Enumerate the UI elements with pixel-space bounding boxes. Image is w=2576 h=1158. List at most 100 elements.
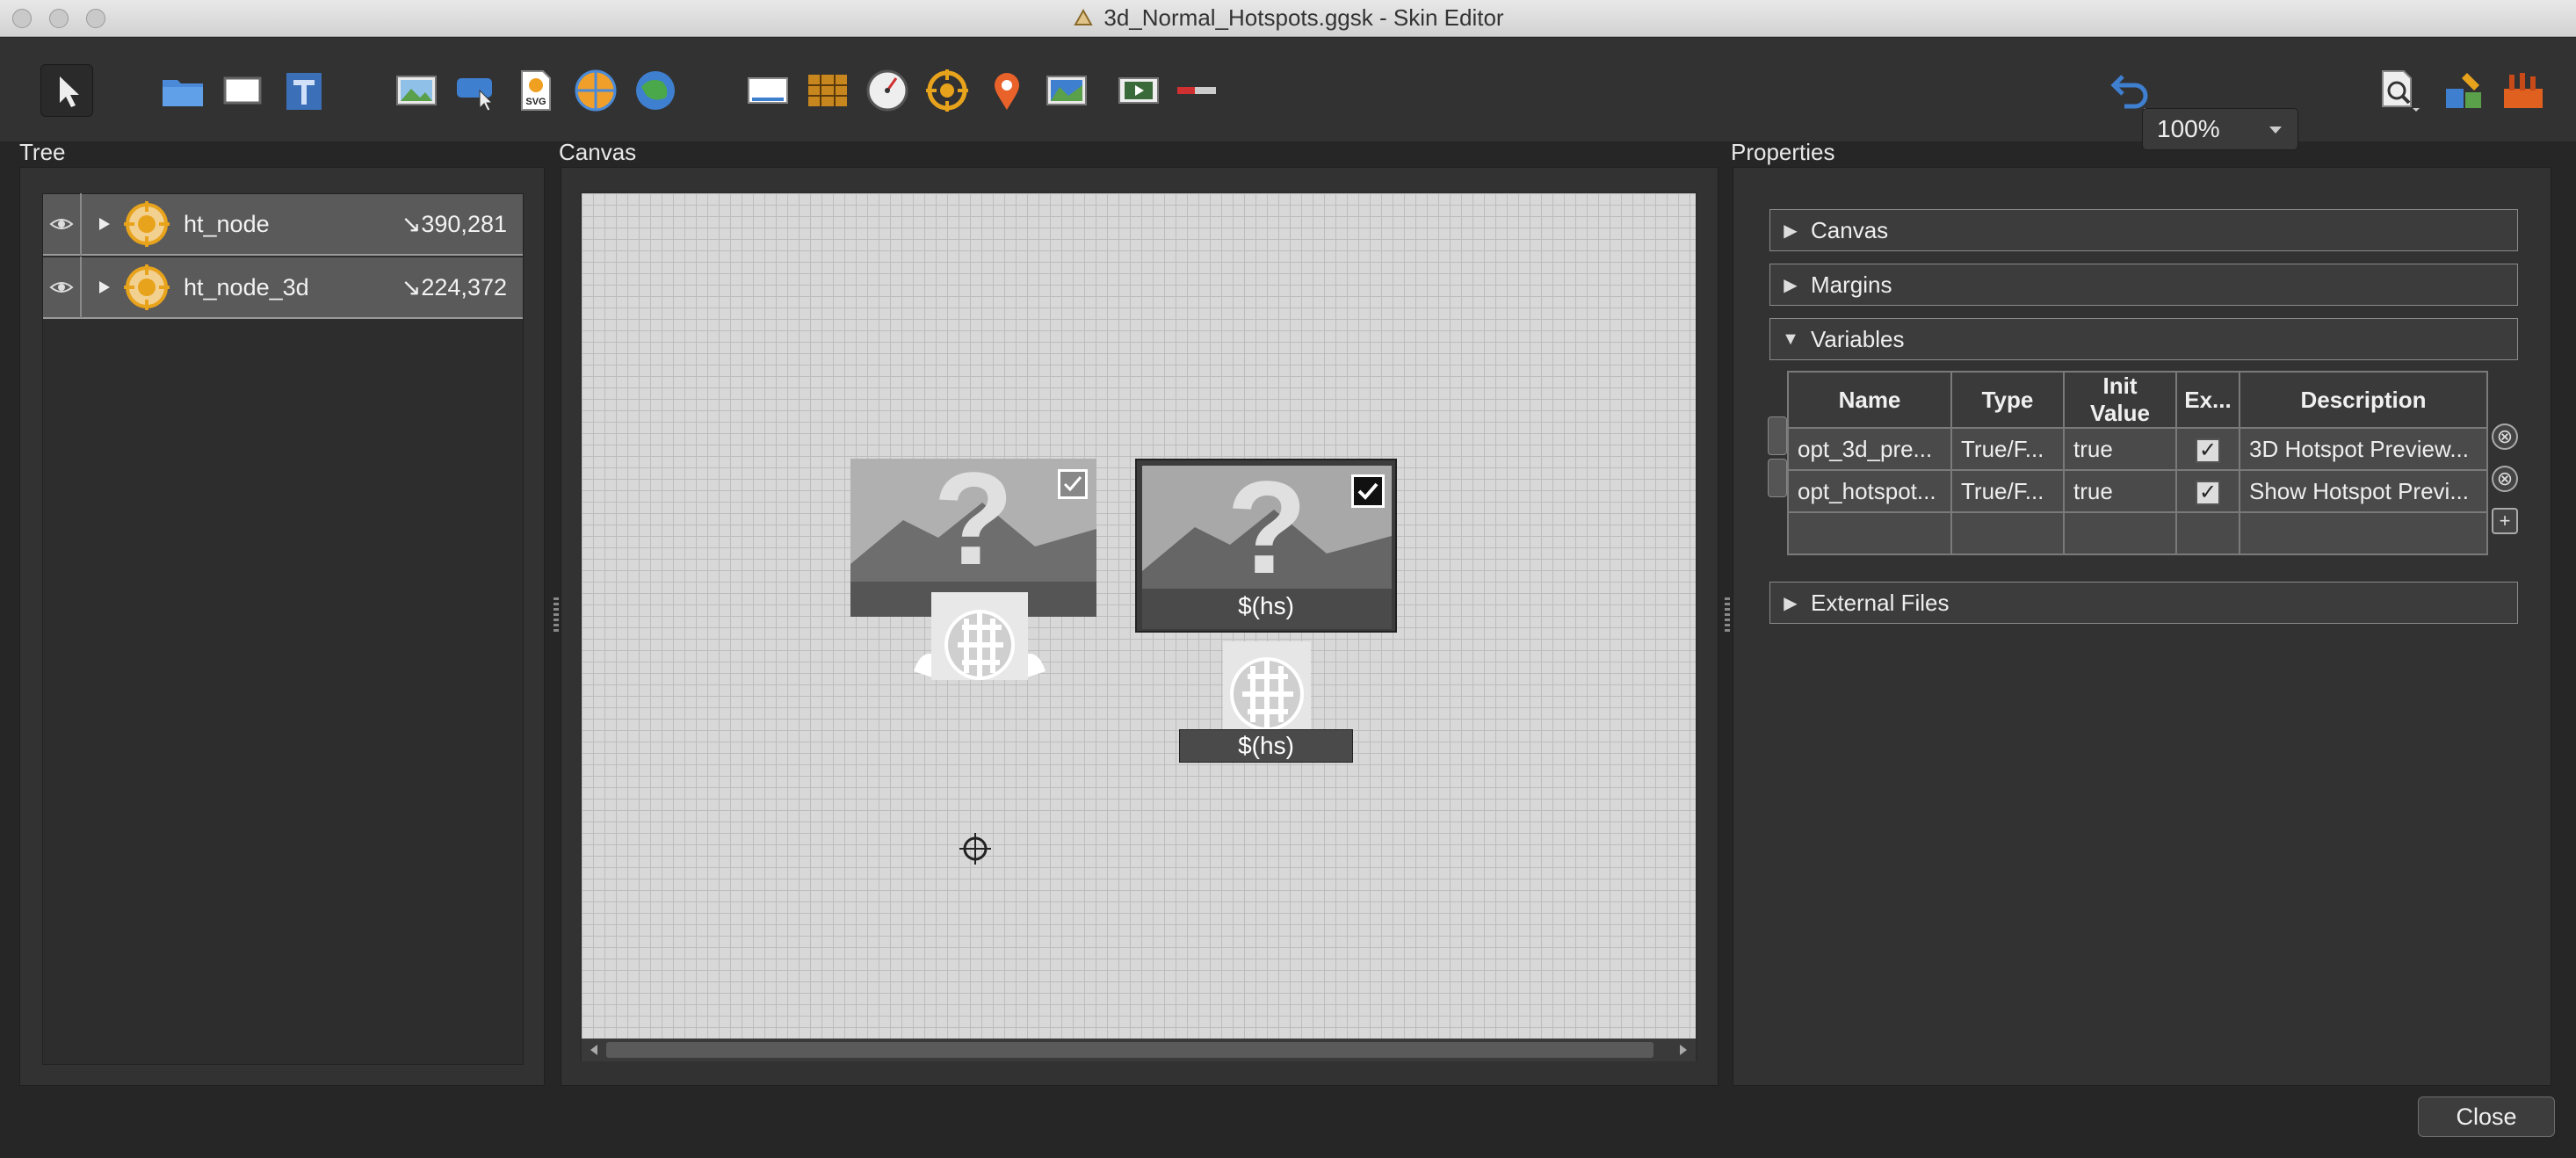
- screen-tool-button[interactable]: [742, 64, 794, 117]
- visibility-toggle[interactable]: [43, 257, 82, 318]
- pointer-icon: [60, 76, 79, 107]
- variables-table: Name Type Init Value Ex... Description o…: [1787, 371, 2488, 555]
- cell-type[interactable]: True/F...: [1950, 427, 2065, 471]
- pin-icon: [995, 73, 1019, 110]
- exported-checkbox[interactable]: ✓: [2196, 480, 2220, 505]
- zoom-value: 100%: [2157, 115, 2220, 142]
- column-header-name[interactable]: Name: [1787, 371, 1952, 429]
- hotspot-node-icon: [124, 201, 170, 247]
- svg-icon: SVG: [521, 70, 551, 111]
- checkbox-icon[interactable]: [1058, 469, 1088, 499]
- grid-icon: [808, 75, 847, 106]
- inspect-button[interactable]: [2372, 64, 2425, 117]
- scrollbar-thumb[interactable]: [606, 1042, 1653, 1058]
- crosshair-icon[interactable]: [958, 831, 993, 866]
- button-icon: [457, 78, 494, 112]
- cell-exported[interactable]: ✓: [2175, 427, 2240, 471]
- expand-arrow-icon[interactable]: [94, 215, 117, 233]
- svg-tool-button[interactable]: SVG: [510, 64, 562, 117]
- paint-tools-button[interactable]: [2437, 64, 2490, 117]
- eye-icon: [49, 219, 74, 229]
- pointer-tool-button[interactable]: [40, 64, 93, 117]
- progress-tool-button[interactable]: [1170, 64, 1223, 117]
- table-row[interactable]: opt_hotspot... True/F... true ✓ Show Hot…: [1787, 469, 2488, 513]
- compass-tool-button[interactable]: [861, 64, 914, 117]
- remove-row-icon[interactable]: ⊗: [2492, 466, 2518, 492]
- grid-tool-button[interactable]: [801, 64, 854, 117]
- cell-empty[interactable]: [1787, 511, 1952, 555]
- cell-description[interactable]: Show Hotspot Previ...: [2239, 469, 2488, 513]
- section-margins[interactable]: ▶ Margins: [1769, 264, 2518, 306]
- table-row-empty[interactable]: [1787, 511, 2488, 555]
- close-button[interactable]: Close: [2418, 1096, 2555, 1137]
- image-tool-button[interactable]: [390, 64, 443, 117]
- expand-arrow-icon[interactable]: [94, 279, 117, 296]
- cell-name[interactable]: opt_hotspot...: [1787, 469, 1952, 513]
- map-icon: [1046, 76, 1087, 105]
- chevron-down-icon: [2269, 127, 2282, 134]
- column-header-type[interactable]: Type: [1950, 371, 2065, 429]
- video-tool-button[interactable]: [1112, 64, 1165, 117]
- scroll-left-icon[interactable]: [585, 1039, 603, 1061]
- table-row[interactable]: opt_3d_pre... True/F... true ✓ 3D Hotspo…: [1787, 427, 2488, 471]
- tree-node-row[interactable]: ht_node ↘390,281: [43, 193, 523, 256]
- section-canvas[interactable]: ▶ Canvas: [1769, 209, 2518, 251]
- column-header-description[interactable]: Description: [2239, 371, 2488, 429]
- exported-checkbox[interactable]: ✓: [2196, 438, 2220, 463]
- row-drag-handle[interactable]: [1768, 416, 1787, 455]
- section-margins-label: Margins: [1811, 271, 1892, 298]
- expand-arrow-icon: ▶: [1784, 593, 1798, 613]
- sphere-tool-button[interactable]: [629, 64, 682, 117]
- hotspot-preview-selected[interactable]: ? $(hs): [1135, 459, 1397, 633]
- map-globe-tool-button[interactable]: [569, 64, 622, 117]
- rectangle-tool-button[interactable]: [216, 64, 269, 117]
- cell-init-value[interactable]: true: [2063, 427, 2177, 471]
- column-header-exported[interactable]: Ex...: [2175, 371, 2240, 429]
- cell-init-value[interactable]: true: [2063, 469, 2177, 513]
- undo-icon: [2110, 75, 2151, 112]
- folder-tool-button[interactable]: [156, 64, 209, 117]
- text-icon: [286, 73, 322, 110]
- video-icon: [1118, 77, 1159, 104]
- hotspot-tool-button[interactable]: [921, 64, 973, 117]
- compass-icon: [866, 69, 908, 112]
- hotspot-3d-label-bar[interactable]: $(hs): [1179, 729, 1353, 763]
- add-row-icon[interactable]: +: [2492, 508, 2518, 534]
- cell-description[interactable]: 3D Hotspot Preview...: [2239, 427, 2488, 471]
- checkbox-checked-icon[interactable]: [1351, 474, 1385, 508]
- zoom-window-button[interactable]: [86, 9, 105, 28]
- app-icon: [1074, 8, 1094, 25]
- cell-empty[interactable]: [2063, 511, 2177, 555]
- close-window-button[interactable]: [12, 9, 32, 28]
- expand-arrow-icon: ▶: [1784, 275, 1798, 295]
- svg-text:SVG: SVG: [525, 97, 546, 107]
- splitter-handle-right[interactable]: [1725, 597, 1730, 633]
- tree-node-count: ↘390,281: [401, 210, 507, 237]
- tree-panel-title: Tree: [19, 139, 66, 165]
- minimize-window-button[interactable]: [49, 9, 69, 28]
- cell-empty[interactable]: [1950, 511, 2065, 555]
- cell-exported[interactable]: ✓: [2175, 469, 2240, 513]
- splitter-handle-left[interactable]: [554, 597, 559, 633]
- scroll-right-icon[interactable]: [1675, 1039, 1692, 1061]
- column-header-init-value[interactable]: Init Value: [2063, 371, 2177, 429]
- pin-tool-button[interactable]: [980, 64, 1033, 117]
- row-drag-handle[interactable]: [1768, 459, 1787, 497]
- svg-text:?: ?: [1226, 466, 1307, 601]
- button-tool-button[interactable]: [450, 64, 503, 117]
- text-tool-button[interactable]: [278, 64, 330, 117]
- canvas-horizontal-scrollbar[interactable]: [582, 1039, 1696, 1061]
- cell-name[interactable]: opt_3d_pre...: [1787, 427, 1952, 471]
- tree-node-name: ht_node: [184, 210, 270, 237]
- tree-node-row[interactable]: ht_node_3d ↘224,372: [43, 257, 523, 319]
- cell-type[interactable]: True/F...: [1950, 469, 2065, 513]
- section-external-files[interactable]: ▶ External Files: [1769, 582, 2518, 624]
- cell-empty[interactable]: [2239, 511, 2488, 555]
- plugins-button[interactable]: [2497, 64, 2550, 117]
- cell-empty[interactable]: [2175, 511, 2240, 555]
- remove-row-icon[interactable]: ⊗: [2492, 423, 2518, 450]
- section-variables[interactable]: ▼ Variables: [1769, 318, 2518, 360]
- visibility-toggle[interactable]: [43, 193, 82, 255]
- zoom-select[interactable]: 100%: [2142, 108, 2298, 150]
- map-tool-button[interactable]: [1040, 64, 1093, 117]
